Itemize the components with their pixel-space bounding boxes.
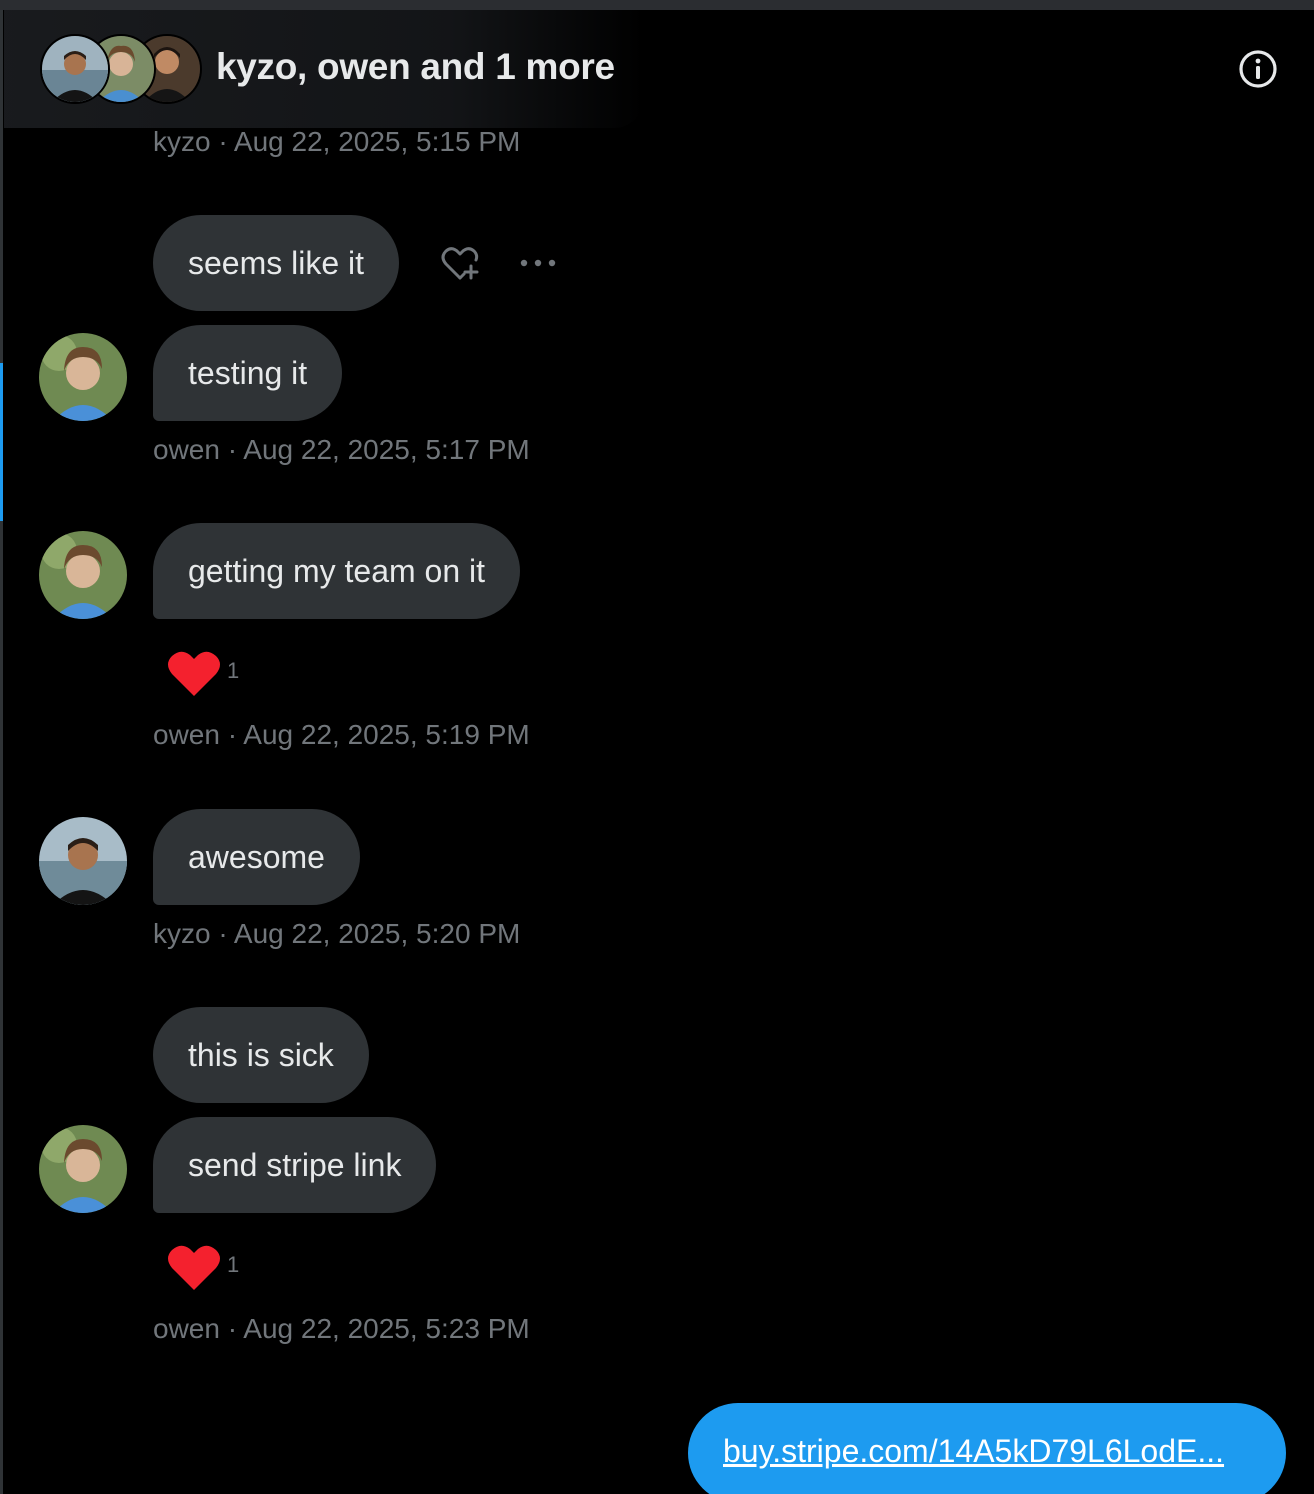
- add-reaction-button[interactable]: [438, 242, 482, 286]
- group-avatar-stack[interactable]: [40, 34, 210, 104]
- message-timestamp: owen · Aug 22, 2025, 5:19 PM: [153, 719, 530, 750]
- message-bubble[interactable]: seems like it: [153, 215, 400, 311]
- message-timestamp: owen · Aug 22, 2025, 5:23 PM: [153, 1313, 530, 1344]
- avatar-owen[interactable]: [39, 1125, 127, 1213]
- group-avatar-1: [40, 34, 110, 104]
- sent-message-bubble: buy.stripe.com/14A5kD79L6LodE...: [688, 1403, 1286, 1494]
- heart-plus-icon: [441, 247, 479, 280]
- avatar-owen[interactable]: [39, 531, 127, 619]
- stripe-payment-link[interactable]: buy.stripe.com/14A5kD79L6LodE...: [723, 1433, 1224, 1469]
- red-heart-icon: [168, 651, 220, 696]
- message-timestamp: kyzo · Aug 22, 2025, 5:15 PM: [153, 126, 521, 157]
- avatar-owen[interactable]: [39, 333, 127, 421]
- reaction-count: 1: [227, 1252, 240, 1277]
- message-bubble[interactable]: this is sick: [153, 1007, 369, 1103]
- left-active-indicator: [0, 363, 3, 521]
- message-timestamp: owen · Aug 22, 2025, 5:17 PM: [153, 434, 530, 465]
- more-horizontal-icon: [520, 259, 556, 267]
- reaction-count: 1: [227, 658, 240, 683]
- window-top-strip: [0, 0, 1314, 10]
- more-options-button[interactable]: [518, 248, 558, 278]
- red-heart-icon: [168, 1245, 220, 1290]
- message-bubble[interactable]: getting my team on it: [153, 523, 521, 619]
- reaction-heart[interactable]: 1: [166, 1240, 256, 1292]
- message-bubble[interactable]: awesome: [153, 809, 360, 905]
- message-timestamp: kyzo · Aug 22, 2025, 5:20 PM: [153, 918, 521, 949]
- message-bubble[interactable]: send stripe link: [153, 1117, 437, 1213]
- avatar-kyzo[interactable]: [39, 817, 127, 905]
- conversation-title: kyzo, owen and 1 more: [216, 46, 615, 87]
- info-circle-icon: [1239, 50, 1277, 88]
- left-divider: [0, 10, 3, 1494]
- conversation-header: kyzo, owen and 1 more: [4, 10, 1314, 128]
- reaction-heart[interactable]: 1: [166, 646, 256, 698]
- dm-conversation-window: kyzo, owen and 1 more kyzo · Aug 22, 202…: [0, 0, 1314, 1494]
- message-bubble[interactable]: testing it: [153, 325, 343, 421]
- conversation-info-button[interactable]: [1237, 48, 1279, 90]
